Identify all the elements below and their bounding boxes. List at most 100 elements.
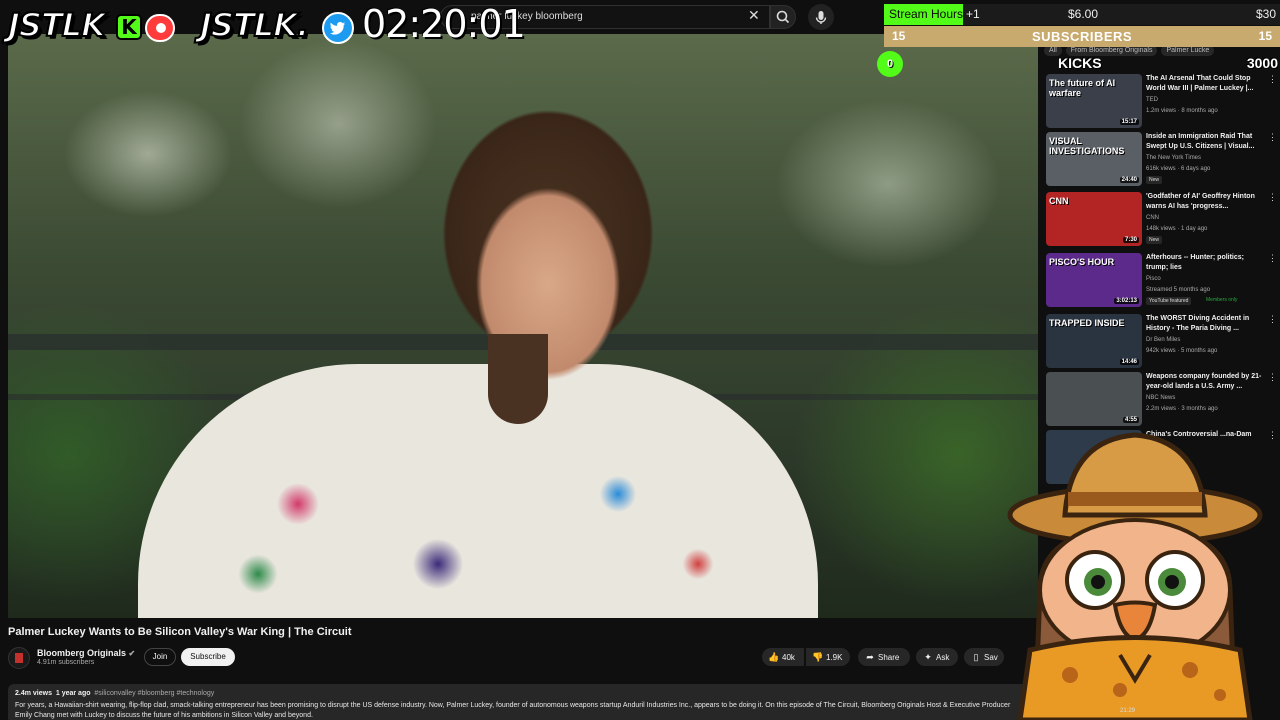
hashtags[interactable]: #siliconvalley #bloomberg #technology: [94, 690, 214, 697]
stream-hours-increment: +1: [966, 7, 980, 21]
stream-hours-current-amount: $6.00: [1068, 7, 1099, 21]
subscribers-target: 15: [1258, 29, 1272, 43]
video-thumbnail[interactable]: PISCO'S HOUR 3:02:13: [1046, 253, 1142, 307]
recommendation-title[interactable]: 'Godfather of AI' Geoffrey Hinton warns …: [1146, 192, 1268, 212]
kicks-current-count: 0: [877, 51, 903, 77]
more-options-icon[interactable]: ⋮: [1268, 132, 1277, 143]
share-button[interactable]: ➦ Share: [858, 648, 910, 666]
subscribe-button[interactable]: Subscribe: [181, 648, 235, 666]
record-icon: [145, 14, 175, 42]
description-text: For years, a Hawaiian-shirt wearing, fli…: [15, 702, 1011, 719]
recommendation-badge: New: [1146, 176, 1163, 184]
thumbnail-text: CNN: [1049, 196, 1069, 206]
recommendation-item[interactable]: PISCO'S HOUR 3:02:13 Afterhours -- Hunter;…: [1046, 253, 1277, 311]
recommendation-title[interactable]: Inside an Immigration Raid That Swept Up…: [1146, 132, 1268, 152]
members-only-badge: Members only: [1206, 297, 1238, 303]
more-options-icon[interactable]: ⋮: [1268, 372, 1277, 383]
recommendation-meta: 616k views · 6 days ago: [1146, 166, 1211, 172]
view-count: 2.4m views: [15, 690, 52, 697]
more-options-icon[interactable]: ⋮: [1268, 253, 1277, 264]
more-options-icon[interactable]: ⋮: [1268, 314, 1277, 325]
stream-hours-goal: Stream Hours +1 $6.00 $30: [884, 4, 1280, 25]
recommendation-channel[interactable]: Pisco: [1146, 276, 1161, 282]
sparkle-icon: ✦: [924, 652, 932, 662]
more-options-icon[interactable]: ⋮: [1268, 74, 1277, 85]
search-icon: [776, 10, 790, 24]
video-scene-person: [388, 84, 708, 444]
kicks-label: KICKS: [1058, 55, 1102, 71]
video-player[interactable]: [8, 34, 1038, 618]
video-thumbnail[interactable]: The future of AI warfare 15:17: [1046, 74, 1142, 128]
recommendation-channel[interactable]: Dr Ben Miles: [1146, 337, 1180, 343]
streamer-handle-logo: JSTLK.: [199, 5, 310, 45]
recommendation-item[interactable]: CNN 7:30 'Godfather of AI' Geoffrey Hinton…: [1046, 192, 1277, 250]
corner-timestamp: 21:29: [1120, 708, 1136, 714]
verified-icon: ✔: [128, 649, 136, 658]
description-meta: 2.4m views 1 year ago #siliconvalley #bl…: [15, 690, 214, 697]
owl-mascot-image: [1007, 432, 1263, 720]
microphone-icon: [815, 11, 827, 24]
video-thumbnail[interactable]: TRAPPED INSIDE 14:46: [1046, 314, 1142, 368]
thumbnail-text: The future of AI warfare: [1049, 78, 1116, 98]
recommendation-meta: 1.2m views · 8 months ago: [1146, 108, 1218, 114]
recommendation-meta: 148k views · 1 day ago: [1146, 226, 1208, 232]
channel-name-text: Bloomberg Originals: [37, 648, 127, 658]
bookmark-icon: ▯: [973, 652, 979, 662]
thumbs-down-icon: 👎: [812, 652, 824, 662]
streamer-logo: JSTLK: [7, 5, 107, 45]
kick-logo-icon: K: [116, 14, 142, 40]
video-thumbnail[interactable]: 4:55: [1046, 372, 1142, 426]
thumbnail-text: VISUAL INVESTIGATIONS: [1049, 136, 1125, 156]
twitter-bird-shape: [330, 21, 345, 35]
save-label: Sav: [984, 653, 998, 662]
stream-hours-target-amount: $30: [1255, 7, 1276, 21]
subscribers-goal: 15 SUBSCRIBERS 15: [884, 26, 1280, 47]
like-count: 40k: [782, 653, 795, 662]
more-options-icon[interactable]: ⋮: [1268, 192, 1277, 203]
recommendation-channel[interactable]: The New York Times: [1146, 155, 1201, 161]
like-button[interactable]: 👍 40k: [762, 648, 804, 666]
clear-search-icon[interactable]: ✕: [748, 8, 760, 22]
channel-avatar[interactable]: [8, 647, 30, 669]
save-button[interactable]: ▯ Sav: [964, 648, 1004, 666]
video-duration: 3:02:13: [1114, 298, 1139, 304]
recommendation-title[interactable]: The WORST Diving Accident in History - T…: [1146, 314, 1268, 334]
ask-button[interactable]: ✦ Ask: [916, 648, 958, 666]
channel-subscriber-count: 4.91m subscribers: [37, 659, 95, 666]
video-scene-beard: [488, 334, 548, 424]
twitter-bird-icon: [322, 12, 354, 44]
join-button[interactable]: Join: [144, 648, 176, 666]
video-duration: 7:30: [1122, 237, 1139, 243]
recommendation-channel[interactable]: TED: [1146, 97, 1158, 103]
video-thumbnail[interactable]: CNN 7:30: [1046, 192, 1142, 246]
recommendation-meta: Streamed 5 months ago: [1146, 287, 1211, 293]
stream-timer: 02:20:01: [362, 2, 526, 46]
recommendation-title[interactable]: Weapons company founded by 21-year-old l…: [1146, 372, 1268, 392]
voice-search-button[interactable]: [808, 4, 834, 30]
thumbnail-text: TRAPPED INSIDE: [1049, 318, 1125, 328]
recommendation-badge: New: [1146, 236, 1163, 244]
recommendation-item[interactable]: VISUAL INVESTIGATIONS 24:40 Inside an Immi…: [1046, 132, 1277, 190]
thumbs-up-icon: 👍: [768, 652, 780, 662]
recommendation-item[interactable]: The future of AI warfare 15:17 The AI Arse…: [1046, 74, 1277, 132]
upload-age: 1 year ago: [55, 690, 91, 697]
search-button[interactable]: [770, 5, 796, 29]
dislike-button[interactable]: 👎 1.9K: [806, 648, 850, 666]
recommendation-meta: 942k views · 5 months ago: [1146, 348, 1218, 354]
recommendation-title[interactable]: Afterhours -- Hunter; politics; trump; l…: [1146, 253, 1268, 273]
subscribers-label: SUBSCRIBERS: [1031, 29, 1133, 44]
recommendation-meta: 2.2m views · 3 months ago: [1146, 406, 1218, 412]
video-duration: 24:40: [1119, 177, 1139, 183]
video-thumbnail[interactable]: VISUAL INVESTIGATIONS 24:40: [1046, 132, 1142, 186]
recommendation-item[interactable]: TRAPPED INSIDE 14:46 The WORST Diving Acci…: [1046, 314, 1277, 372]
video-title: Palmer Luckey Wants to Be Silicon Valley…: [8, 626, 352, 638]
video-duration: 14:46: [1119, 359, 1139, 365]
recommendation-channel[interactable]: CNN: [1146, 215, 1159, 221]
channel-name[interactable]: Bloomberg Originals ✔: [37, 648, 135, 658]
stream-hours-label: Stream Hours: [889, 7, 964, 21]
share-arrow-icon: ➦: [866, 652, 874, 662]
recommendation-title[interactable]: The AI Arsenal That Could Stop World War…: [1146, 74, 1268, 94]
thumbnail-text: PISCO'S HOUR: [1049, 257, 1115, 267]
recommendation-channel[interactable]: NBC News: [1146, 395, 1175, 401]
recommendation-badge: YouTube featured: [1146, 297, 1192, 305]
